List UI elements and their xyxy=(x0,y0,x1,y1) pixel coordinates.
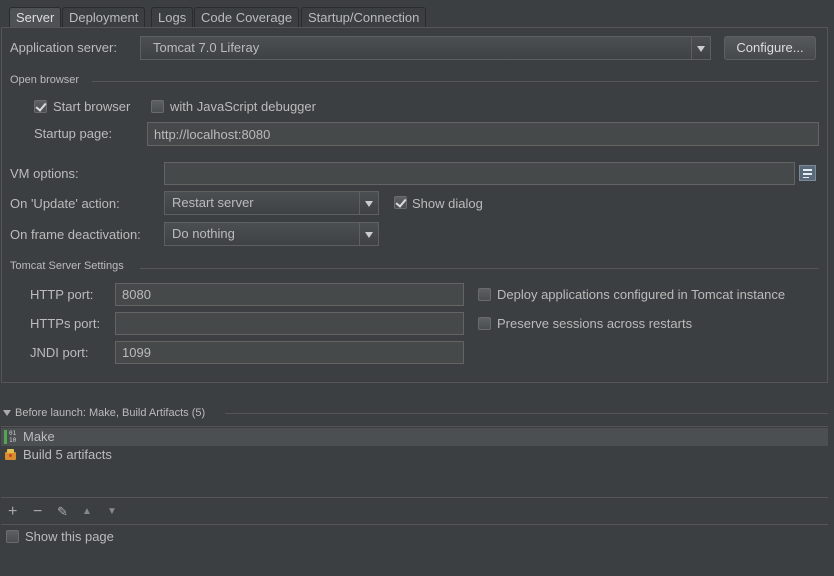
show-this-page-checkbox[interactable] xyxy=(6,530,19,543)
list-item-label: Make xyxy=(23,429,55,444)
app-server-label: Application server: xyxy=(10,40,117,55)
add-icon[interactable]: + xyxy=(8,503,17,521)
tab-startup-connection[interactable]: Startup/Connection xyxy=(301,7,427,27)
show-this-page-label[interactable]: Show this page xyxy=(25,529,114,544)
frame-deactivation-select[interactable]: Do nothing xyxy=(164,222,379,246)
app-server-value: Tomcat 7.0 Liferay xyxy=(153,40,260,55)
jndi-port-input[interactable] xyxy=(115,341,464,364)
tab-server[interactable]: Server xyxy=(9,7,62,28)
chevron-down-icon xyxy=(359,192,378,214)
http-port-label: HTTP port: xyxy=(30,287,94,302)
artifacts-icon xyxy=(5,449,17,461)
move-up-icon[interactable]: ▲ xyxy=(82,506,92,517)
move-down-icon[interactable]: ▼ xyxy=(107,506,117,517)
js-debugger-label[interactable]: with JavaScript debugger xyxy=(170,99,316,114)
app-server-select[interactable]: Tomcat 7.0 Liferay xyxy=(140,36,711,60)
show-dialog-label[interactable]: Show dialog xyxy=(412,196,483,211)
list-item-label: Build 5 artifacts xyxy=(23,447,112,462)
list-item[interactable]: Build 5 artifacts xyxy=(1,446,828,464)
toolbar-separator xyxy=(1,524,828,525)
expand-text-icon[interactable] xyxy=(799,165,816,181)
tab-logs[interactable]: Logs xyxy=(151,7,194,27)
start-browser-label[interactable]: Start browser xyxy=(53,99,130,114)
vm-options-label: VM options: xyxy=(10,166,79,181)
vm-options-input[interactable] xyxy=(164,162,795,185)
make-icon: 01 10 xyxy=(4,430,16,444)
show-dialog-checkbox[interactable] xyxy=(394,196,407,209)
https-port-label: HTTPs port: xyxy=(30,316,101,331)
start-browser-checkbox[interactable] xyxy=(34,100,47,113)
chevron-down-icon xyxy=(691,37,710,59)
edit-icon[interactable]: ✎ xyxy=(57,504,68,520)
startup-page-input[interactable] xyxy=(147,122,819,146)
tomcat-settings-section-label: Tomcat Server Settings xyxy=(10,260,124,272)
update-action-select[interactable]: Restart server xyxy=(164,191,379,215)
tab-code-coverage[interactable]: Code Coverage xyxy=(194,7,300,27)
frame-deactivation-value: Do nothing xyxy=(172,226,235,241)
list-item[interactable]: 01 10 Make xyxy=(1,428,828,446)
remove-icon[interactable]: − xyxy=(33,503,42,521)
tomcat-settings-separator xyxy=(140,268,819,269)
frame-deactivation-label: On frame deactivation: xyxy=(10,227,141,242)
chevron-down-icon xyxy=(359,223,378,245)
before-launch-list[interactable]: 01 10 Make Build 5 artifacts xyxy=(1,426,828,498)
open-browser-section-label: Open browser xyxy=(10,74,80,86)
http-port-input[interactable] xyxy=(115,283,464,306)
preserve-sessions-label[interactable]: Preserve sessions across restarts xyxy=(497,316,692,331)
configure-button[interactable]: Configure... xyxy=(724,36,816,60)
preserve-sessions-checkbox[interactable] xyxy=(478,317,491,330)
tab-deployment[interactable]: Deployment xyxy=(62,7,146,27)
jndi-port-label: JNDI port: xyxy=(30,345,89,360)
before-launch-separator xyxy=(225,413,828,414)
collapse-triangle-icon[interactable] xyxy=(3,410,11,416)
update-action-label: On 'Update' action: xyxy=(10,196,120,211)
deploy-apps-label[interactable]: Deploy applications configured in Tomcat… xyxy=(497,287,785,302)
open-browser-separator xyxy=(92,81,819,82)
startup-page-label: Startup page: xyxy=(34,126,113,141)
deploy-apps-checkbox[interactable] xyxy=(478,288,491,301)
before-launch-title[interactable]: Before launch: Make, Build Artifacts (5) xyxy=(15,407,205,419)
update-action-value: Restart server xyxy=(172,195,254,210)
https-port-input[interactable] xyxy=(115,312,464,335)
js-debugger-checkbox[interactable] xyxy=(151,100,164,113)
